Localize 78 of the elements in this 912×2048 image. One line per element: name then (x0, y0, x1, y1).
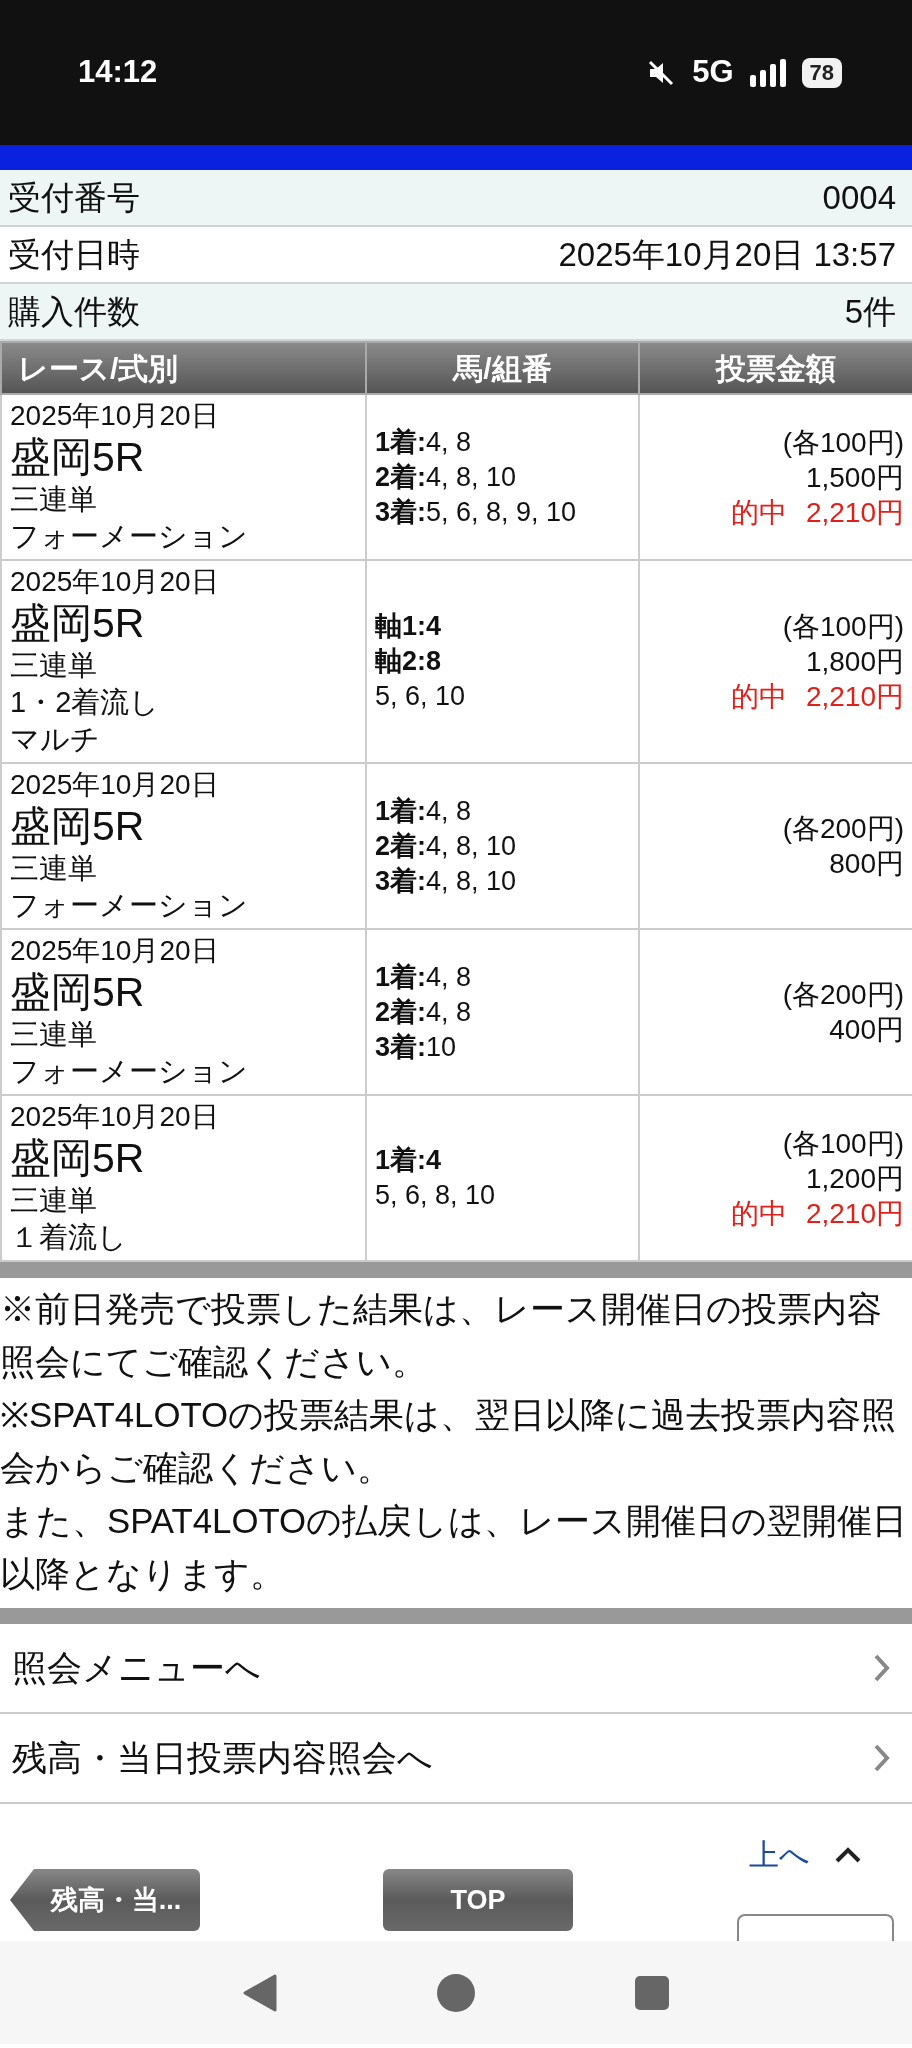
home-icon[interactable] (437, 1973, 475, 2012)
bet-type: 三連単 (10, 1183, 98, 1218)
horse-numbers: 2着:4, 8 (375, 995, 473, 1029)
column-header: レース/式別 (1, 342, 366, 394)
column-header: 投票金額 (639, 342, 912, 394)
race-name: 盛岡5R (10, 802, 146, 850)
unit-price: (各100円) (781, 1126, 904, 1161)
horse-numbers: 3着:10 (375, 1030, 458, 1064)
bet-method: 1・2着流し (10, 685, 161, 720)
note-text: また、SPAT4LOTOの払戻しは、レース開催日の翌開催日以降となります。 (0, 1500, 909, 1595)
race-date: 2025年10月20日 (10, 399, 220, 433)
horse-numbers: 1着:4, 8 (375, 960, 473, 994)
bet-type: 三連単 (10, 1017, 98, 1052)
chevron-up-icon (834, 1845, 862, 1864)
race-name: 盛岡5R (10, 433, 146, 481)
horse-numbers: 軸1:4 (375, 610, 443, 643)
payout-amount: 的中 2,210円 (729, 495, 904, 530)
horse-numbers: 2着:4, 8, 10 (375, 829, 518, 863)
back-button[interactable]: 残高・当... (10, 1869, 200, 1931)
battery-indicator: 78 (801, 57, 842, 88)
page-top-link[interactable]: 上へ (749, 1832, 810, 1877)
field-value: 2025年10月20日 13:57 (558, 234, 896, 275)
unit-price: (各200円) (781, 812, 904, 846)
horse-numbers: 3着:5, 6, 8, 9, 10 (375, 495, 578, 529)
bet-type: 三連単 (10, 851, 98, 886)
race-name: 盛岡5R (10, 1134, 146, 1182)
top-button[interactable]: TOP (383, 1869, 573, 1931)
horse-numbers: 2着:4, 8, 10 (375, 460, 518, 494)
race-date: 2025年10月20日 (10, 565, 220, 599)
chevron-right-icon (874, 1744, 890, 1772)
column-header: 馬/組番 (366, 342, 639, 394)
total-amount: 800円 (828, 847, 904, 881)
menu-link[interactable]: 照会メニューへ (0, 1624, 912, 1714)
unit-price: (各100円) (781, 425, 904, 460)
clock-time: 14:12 (78, 53, 158, 92)
cut-off-button[interactable] (737, 1914, 894, 1941)
back-icon[interactable] (243, 1973, 277, 2012)
signal-icon (749, 58, 786, 87)
recents-icon[interactable] (635, 1975, 669, 2010)
horse-numbers: 1着:4 (375, 1144, 443, 1177)
total-amount: 1,800円 (804, 645, 904, 679)
horse-numbers: 3着:4, 8, 10 (375, 864, 518, 898)
race-date: 2025年10月20日 (10, 1100, 220, 1134)
field-label: 受付番号 (8, 177, 140, 218)
chevron-right-icon (874, 1654, 890, 1682)
note-text: ※SPAT4LOTOの投票結果は、翌日以降に過去投票内容照会からご確認ください。 (0, 1394, 898, 1489)
total-amount: 400円 (828, 1013, 904, 1047)
menu-link[interactable]: 残高・当日投票内容照会へ (0, 1714, 912, 1804)
total-amount: 1,200円 (804, 1161, 904, 1196)
horse-numbers: 5, 6, 8, 10 (375, 1179, 497, 1212)
unit-price: (各100円) (781, 610, 904, 644)
field-label: 購入件数 (8, 291, 140, 332)
race-date: 2025年10月20日 (10, 934, 220, 968)
bet-type: 三連単 (10, 648, 98, 683)
note-text: ※前日発売で投票した結果は、レース開催日の投票内容照会にてご確認ください。 (0, 1288, 883, 1383)
link-label: 照会メニューへ (12, 1646, 261, 1689)
horse-numbers: 軸2:8 (375, 645, 443, 678)
race-date: 2025年10月20日 (10, 768, 220, 802)
horse-numbers: 1着:4, 8 (375, 425, 473, 459)
total-amount: 1,500円 (804, 460, 904, 495)
bet-method: マルチ (10, 722, 101, 757)
race-name: 盛岡5R (10, 599, 146, 647)
horse-numbers: 1着:4, 8 (375, 794, 473, 828)
bet-method: フォーメーション (10, 888, 249, 923)
payout-amount: 的中 2,210円 (729, 680, 904, 714)
bet-type: 三連単 (10, 482, 98, 517)
field-label: 受付日時 (8, 234, 140, 275)
race-name: 盛岡5R (10, 968, 146, 1016)
link-label: 残高・当日投票内容照会へ (12, 1736, 433, 1779)
bet-method: フォーメーション (10, 1054, 249, 1089)
network-type: 5G (692, 53, 734, 92)
bet-method: １着流し (10, 1220, 128, 1255)
bet-method: フォーメーション (10, 519, 249, 554)
unit-price: (各200円) (781, 978, 904, 1012)
payout-amount: 的中 2,210円 (729, 1196, 904, 1231)
horse-numbers: 5, 6, 10 (375, 680, 467, 713)
field-value: 0004 (822, 177, 896, 218)
field-value: 5件 (844, 291, 896, 332)
